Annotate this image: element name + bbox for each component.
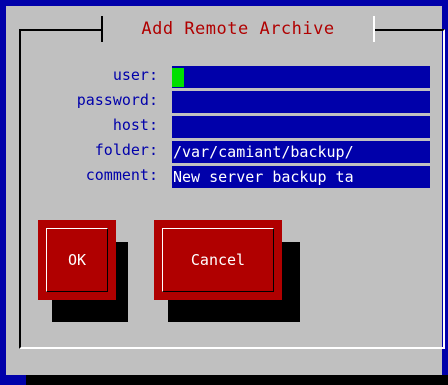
password-field[interactable] [172, 91, 430, 113]
host-label: host: [112, 116, 158, 134]
cancel-button[interactable]: Cancel [154, 220, 282, 300]
screen: { "dialog": { "title": "Add Remote Archi… [0, 0, 448, 385]
host-field[interactable] [172, 116, 430, 138]
folder-field[interactable]: /var/camiant/backup/ [172, 141, 430, 163]
password-label: password: [76, 91, 158, 109]
comment-label: comment: [85, 166, 158, 184]
user-field[interactable] [172, 66, 430, 88]
dialog-shadow [26, 375, 448, 385]
text-cursor [172, 68, 184, 87]
ok-button[interactable]: OK [38, 220, 116, 300]
comment-field-value: New server backup ta [173, 168, 354, 186]
user-label: user: [112, 66, 158, 84]
folder-field-value: /var/camiant/backup/ [173, 143, 354, 161]
folder-label: folder: [94, 141, 158, 159]
comment-field[interactable]: New server backup ta [172, 166, 430, 188]
add-remote-archive-dialog: Add Remote Archive user: password: host:… [6, 6, 445, 375]
ok-button-label: OK [67, 251, 87, 269]
dialog-title: Add Remote Archive [101, 16, 375, 42]
cancel-button-label: Cancel [190, 251, 246, 269]
dialog-title-text: Add Remote Archive [141, 19, 335, 39]
